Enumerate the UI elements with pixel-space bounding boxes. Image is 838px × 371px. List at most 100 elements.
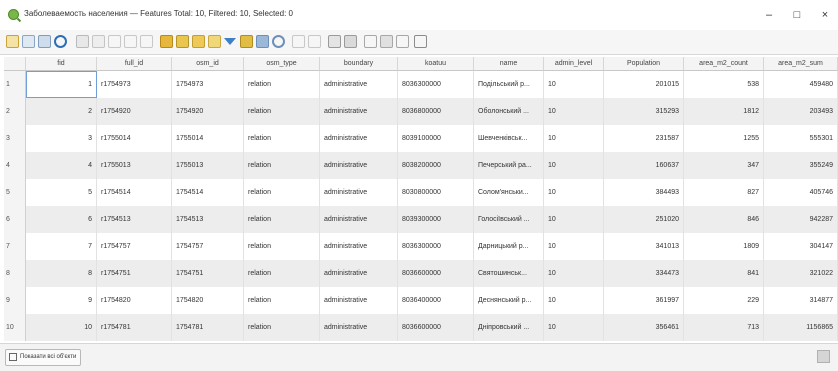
- table-cell-fid[interactable]: 1: [26, 71, 97, 98]
- table-cell-admin-level[interactable]: 10: [544, 71, 604, 98]
- table-cell-admin-level[interactable]: 10: [544, 152, 604, 179]
- actions-icon[interactable]: [364, 35, 377, 48]
- table-cell-fid[interactable]: 4: [26, 152, 97, 179]
- table-cell-osm-id[interactable]: 1754514: [172, 179, 244, 206]
- table-cell-osm-type[interactable]: relation: [244, 152, 320, 179]
- table-cell-boundary[interactable]: administrative: [320, 152, 398, 179]
- table-row[interactable]: 5 5 r1754514 1754514 relation administrative 8…: [4, 179, 838, 206]
- menu-icon[interactable]: [414, 35, 427, 48]
- maximize-button[interactable]: □: [786, 6, 808, 24]
- row-number[interactable]: 7: [4, 233, 26, 260]
- copy-icon[interactable]: [124, 35, 137, 48]
- conditional-formatting-icon[interactable]: [344, 35, 357, 48]
- table-cell-area-sum[interactable]: 459480: [764, 71, 838, 98]
- select-by-expression-icon[interactable]: [160, 35, 173, 48]
- table-cell-koatuu[interactable]: 8030800000: [398, 179, 474, 206]
- table-row[interactable]: 2 2 r1754920 1754920 relation administrative 8…: [4, 98, 838, 125]
- table-cell-osm-id[interactable]: 1754751: [172, 260, 244, 287]
- select-all-icon[interactable]: [176, 35, 189, 48]
- table-cell-boundary[interactable]: administrative: [320, 314, 398, 341]
- table-cell-full-id[interactable]: r1754973: [97, 71, 172, 98]
- table-cell-area-count[interactable]: 713: [684, 314, 764, 341]
- table-cell-boundary[interactable]: administrative: [320, 233, 398, 260]
- table-cell-area-count[interactable]: 538: [684, 71, 764, 98]
- table-cell-full-id[interactable]: r1755013: [97, 152, 172, 179]
- table-cell-population[interactable]: 251020: [604, 206, 684, 233]
- table-cell-name[interactable]: Солом'янськи...: [474, 179, 544, 206]
- table-cell-area-sum[interactable]: 304147: [764, 233, 838, 260]
- table-cell-name[interactable]: Оболонський ...: [474, 98, 544, 125]
- table-cell-osm-type[interactable]: relation: [244, 314, 320, 341]
- row-number[interactable]: 10: [4, 314, 26, 341]
- save-edits-icon[interactable]: [38, 35, 51, 48]
- table-cell-area-count[interactable]: 1812: [684, 98, 764, 125]
- row-number[interactable]: 8: [4, 260, 26, 287]
- table-cell-population[interactable]: 334473: [604, 260, 684, 287]
- column-header[interactable]: area_m2_sum: [764, 57, 838, 71]
- table-cell-koatuu[interactable]: 8036300000: [398, 233, 474, 260]
- multi-edit-icon[interactable]: [22, 35, 35, 48]
- table-cell-full-id[interactable]: r1754920: [97, 98, 172, 125]
- table-cell-fid[interactable]: 6: [26, 206, 97, 233]
- table-cell-osm-type[interactable]: relation: [244, 260, 320, 287]
- table-cell-area-count[interactable]: 841: [684, 260, 764, 287]
- table-cell-osm-id[interactable]: 1754820: [172, 287, 244, 314]
- table-cell-fid[interactable]: 2: [26, 98, 97, 125]
- table-cell-area-count[interactable]: 1255: [684, 125, 764, 152]
- table-cell-name[interactable]: Печерський ра...: [474, 152, 544, 179]
- table-cell-area-count[interactable]: 347: [684, 152, 764, 179]
- table-cell-name[interactable]: Святошинськ...: [474, 260, 544, 287]
- column-header[interactable]: area_m2_count: [684, 57, 764, 71]
- table-row[interactable]: 4 4 r1755013 1755013 relation administrative 8…: [4, 152, 838, 179]
- delete-field-icon[interactable]: [308, 35, 321, 48]
- column-header[interactable]: koatuu: [398, 57, 474, 71]
- table-cell-admin-level[interactable]: 10: [544, 125, 604, 152]
- switch-form-view-icon[interactable]: [817, 350, 830, 363]
- table-cell-area-count[interactable]: 827: [684, 179, 764, 206]
- add-feature-icon[interactable]: [76, 35, 89, 48]
- table-cell-area-sum[interactable]: 321022: [764, 260, 838, 287]
- table-cell-fid[interactable]: 7: [26, 233, 97, 260]
- table-row[interactable]: 7 7 r1754757 1754757 relation administrative 8…: [4, 233, 838, 260]
- field-calculator-icon[interactable]: [328, 35, 341, 48]
- table-cell-name[interactable]: Дніпровський ...: [474, 314, 544, 341]
- table-cell-full-id[interactable]: r1754757: [97, 233, 172, 260]
- table-cell-osm-type[interactable]: relation: [244, 98, 320, 125]
- table-cell-area-sum[interactable]: 405746: [764, 179, 838, 206]
- show-all-features-button[interactable]: Показати всі об'єкти: [5, 349, 82, 366]
- table-cell-area-sum[interactable]: 355249: [764, 152, 838, 179]
- table-cell-admin-level[interactable]: 10: [544, 260, 604, 287]
- table-cell-osm-id[interactable]: 1755013: [172, 152, 244, 179]
- table-cell-admin-level[interactable]: 10: [544, 98, 604, 125]
- table-cell-koatuu[interactable]: 8036600000: [398, 260, 474, 287]
- table-cell-area-sum[interactable]: 1156865: [764, 314, 838, 341]
- table-cell-osm-type[interactable]: relation: [244, 287, 320, 314]
- table-cell-boundary[interactable]: administrative: [320, 206, 398, 233]
- zoom-map-icon[interactable]: [380, 35, 393, 48]
- new-field-icon[interactable]: [292, 35, 305, 48]
- table-cell-population[interactable]: 356461: [604, 314, 684, 341]
- table-cell-full-id[interactable]: r1754514: [97, 179, 172, 206]
- delete-feature-icon[interactable]: [92, 35, 105, 48]
- table-cell-full-id[interactable]: r1754781: [97, 314, 172, 341]
- row-number[interactable]: 9: [4, 287, 26, 314]
- table-cell-koatuu[interactable]: 8039100000: [398, 125, 474, 152]
- table-cell-population[interactable]: 384493: [604, 179, 684, 206]
- table-cell-osm-type[interactable]: relation: [244, 233, 320, 260]
- table-cell-area-sum[interactable]: 203493: [764, 98, 838, 125]
- corner-header[interactable]: [4, 57, 26, 71]
- table-cell-name[interactable]: Деснянський р...: [474, 287, 544, 314]
- table-cell-osm-id[interactable]: 1754757: [172, 233, 244, 260]
- row-number[interactable]: 3: [4, 125, 26, 152]
- table-row[interactable]: 9 9 r1754820 1754820 relation administrative 8…: [4, 287, 838, 314]
- table-cell-osm-type[interactable]: relation: [244, 206, 320, 233]
- row-number[interactable]: 4: [4, 152, 26, 179]
- table-cell-population[interactable]: 201015: [604, 71, 684, 98]
- table-row[interactable]: 8 8 r1754751 1754751 relation administrative 8…: [4, 260, 838, 287]
- column-header[interactable]: fid: [26, 57, 97, 71]
- table-cell-admin-level[interactable]: 10: [544, 314, 604, 341]
- table-row[interactable]: 1 1 r1754973 1754973 relation administrative 8…: [4, 71, 838, 98]
- table-cell-full-id[interactable]: r1754820: [97, 287, 172, 314]
- table-cell-name[interactable]: Подільський р...: [474, 71, 544, 98]
- table-cell-osm-id[interactable]: 1754973: [172, 71, 244, 98]
